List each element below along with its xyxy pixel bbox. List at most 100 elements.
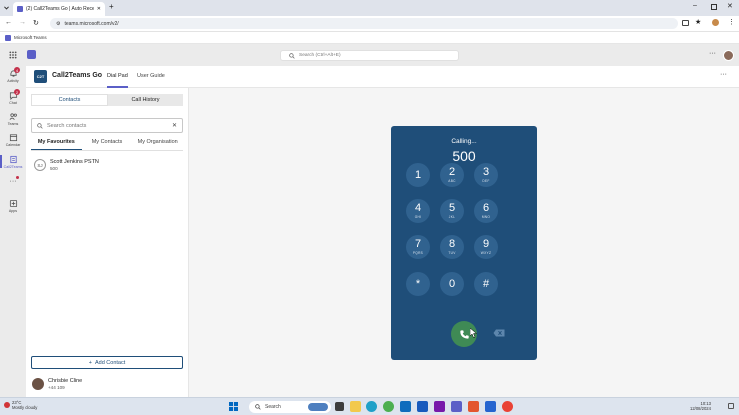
key-digit: 5 — [448, 202, 456, 214]
rail-calendar-label: Calendar — [5, 143, 21, 147]
rail-chat[interactable]: 2 Chat — [0, 89, 26, 105]
user-avatar[interactable] — [723, 50, 734, 61]
browser-address-bar: ← → ↻ ⚙ teams.microsoft.com/v2/ ★ ⋮ — [0, 16, 739, 32]
keypad-key[interactable]: 9 WXYZ — [474, 235, 498, 259]
key-digit: 4 — [414, 202, 422, 214]
browser-tab[interactable]: (2) Call2Teams Go | Auto Recei... ✕ — [13, 2, 105, 16]
taskbar-clock[interactable]: 10:13 12/08/2024 — [690, 401, 711, 411]
contacts-subtabs: My Favourites My Contacts My Organisatio… — [31, 138, 183, 150]
key-letters: PQRS — [412, 251, 424, 255]
bookmarks-bar: Microsoft Teams — [0, 32, 739, 44]
current-user-row: Chrisbie Cline +44 109 — [32, 378, 82, 390]
browser-menu-icon[interactable]: ⋮ — [728, 18, 735, 26]
teams-top-bar: Search (Ctrl+Alt+E) ··· — [0, 44, 739, 66]
key-letters: DEF — [482, 179, 490, 183]
keypad-key[interactable]: 5 JKL — [440, 199, 464, 223]
subtab-my-contacts[interactable]: My Contacts — [82, 138, 133, 150]
apps-plus-icon — [9, 199, 17, 208]
backspace-button[interactable] — [492, 328, 506, 338]
word-icon[interactable] — [417, 401, 428, 412]
segment-call-history[interactable]: Call History — [108, 94, 183, 106]
rail-activity[interactable]: 4 Activity — [0, 67, 26, 83]
add-contact-button[interactable]: + Add Contact — [31, 356, 183, 369]
window-maximize-icon[interactable] — [711, 4, 717, 10]
onenote-icon[interactable] — [434, 401, 445, 412]
keypad-key[interactable]: 2 ABC — [440, 163, 464, 187]
clear-search-icon[interactable]: ✕ — [172, 122, 177, 129]
key-letters: WXYZ — [480, 251, 492, 255]
app-more-options-icon[interactable]: ··· — [720, 71, 727, 78]
rail-more-apps[interactable]: ··· — [0, 178, 26, 185]
keypad-key[interactable]: # — [474, 272, 498, 296]
more-apps-icon: ··· — [9, 178, 17, 185]
subtab-my-favourites[interactable]: My Favourites — [31, 138, 82, 150]
phone-icon — [459, 329, 469, 339]
app-launcher-icon[interactable] — [9, 51, 17, 59]
taskbar-search[interactable]: Search — [249, 401, 331, 413]
office-icon[interactable] — [468, 401, 479, 412]
url-field[interactable]: ⚙ teams.microsoft.com/v2/ — [50, 18, 678, 29]
keypad-key[interactable]: 1 — [406, 163, 430, 187]
notification-icon[interactable] — [728, 403, 734, 409]
rail-call2teams[interactable]: Call2Teams — [0, 155, 26, 169]
chrome-alt-icon[interactable] — [502, 401, 513, 412]
rail-teams[interactable]: Teams — [0, 112, 26, 126]
window-close-icon[interactable]: ✕ — [727, 2, 733, 10]
subtab-my-organisation[interactable]: My Organisation — [132, 138, 183, 150]
tab-dial-pad[interactable]: Dial Pad — [107, 73, 128, 79]
rail-chat-label: Chat — [9, 101, 17, 105]
tab-user-guide[interactable]: User Guide — [137, 73, 165, 79]
keypad-key[interactable]: 3 DEF — [474, 163, 498, 187]
teams-bookmark-icon — [5, 34, 11, 41]
browser-tab-bar: (2) Call2Teams Go | Auto Recei... ✕ + – … — [0, 0, 739, 16]
new-tab-icon[interactable]: + — [109, 3, 114, 11]
site-info-icon[interactable]: ⚙ — [56, 21, 60, 27]
task-view-icon[interactable] — [335, 402, 344, 411]
forward-icon[interactable]: → — [19, 19, 26, 26]
tab-close-icon[interactable]: ✕ — [97, 6, 101, 12]
segment-contacts[interactable]: Contacts — [31, 94, 108, 106]
keypad-key[interactable]: 7 PQRS — [406, 235, 430, 259]
key-letters: TUV — [448, 251, 456, 255]
cast-icon[interactable] — [682, 20, 689, 26]
weather-widget[interactable]: 23°C Mostly cloudy — [4, 400, 37, 410]
keypad-key[interactable]: * — [406, 272, 430, 296]
todo-icon[interactable] — [485, 401, 496, 412]
more-options-icon[interactable]: ··· — [709, 50, 716, 57]
rail-teams-label: Teams — [7, 122, 19, 126]
key-digit: 0 — [448, 277, 456, 290]
teams-taskbar-icon[interactable] — [451, 401, 462, 412]
bookmark-star-icon[interactable]: ★ — [695, 18, 701, 26]
search-icon — [255, 404, 261, 410]
contacts-search-input[interactable]: Search contacts ✕ — [31, 118, 183, 133]
window-minimize-icon[interactable]: – — [693, 2, 697, 9]
rail-activity-label: Activity — [7, 79, 19, 83]
keypad-key[interactable]: 8 TUV — [440, 235, 464, 259]
contacts-segment-control: Contacts Call History — [31, 94, 183, 106]
profile-icon[interactable] — [712, 19, 719, 26]
rail-apps[interactable]: Apps — [0, 199, 26, 213]
tab-menu-icon[interactable] — [3, 4, 10, 11]
back-icon[interactable]: ← — [5, 19, 12, 26]
reload-icon[interactable]: ↻ — [33, 19, 39, 27]
contact-initials-avatar: SJ — [34, 159, 46, 171]
rail-calendar[interactable]: Calendar — [0, 133, 26, 147]
url-text: teams.microsoft.com/v2/ — [64, 20, 119, 27]
chrome-icon[interactable] — [383, 401, 394, 412]
key-letters: ABC — [448, 179, 456, 183]
search-icon — [289, 52, 295, 59]
teams-logo-icon — [27, 50, 36, 59]
teams-search-input[interactable]: Search (Ctrl+Alt+E) — [280, 50, 459, 61]
search-icon — [37, 122, 43, 129]
favourite-contact-row[interactable]: SJ Scott Jenkins PSTN 500 — [34, 158, 184, 172]
contact-name: Scott Jenkins PSTN — [50, 159, 99, 165]
keypad-key[interactable]: 6 MNO — [474, 199, 498, 223]
subtab-divider — [31, 150, 183, 151]
edge-icon[interactable] — [366, 401, 377, 412]
keypad-key[interactable]: 0 — [440, 272, 464, 296]
windows-start-icon[interactable] — [229, 402, 238, 411]
file-explorer-icon[interactable] — [350, 401, 361, 412]
bookmark-teams[interactable]: Microsoft Teams — [14, 35, 47, 40]
outlook-icon[interactable] — [400, 401, 411, 412]
keypad-key[interactable]: 4 GHI — [406, 199, 430, 223]
